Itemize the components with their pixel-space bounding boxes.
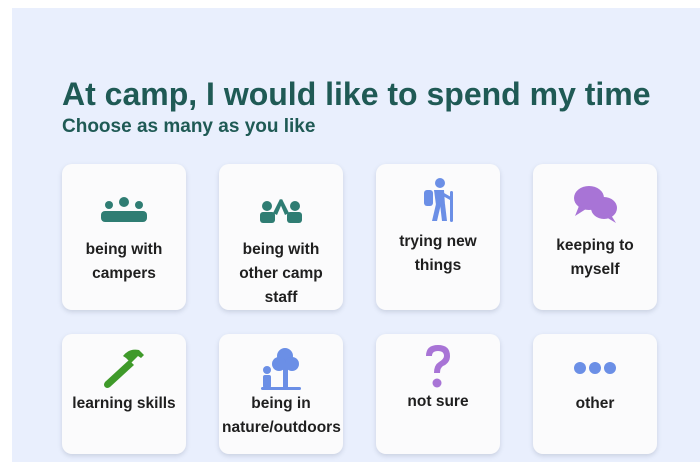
hiker-icon [418,178,458,222]
option-card-not-sure[interactable]: not sure [376,334,500,454]
hammer-icon [101,346,147,390]
group-icon [100,186,148,230]
option-label: being in nature/outdoors [222,395,341,436]
tree-person-icon [259,346,303,390]
question-mark-icon [421,344,455,388]
option-card-camp-staff[interactable]: being with other camp staff [219,164,343,310]
page-panel: At camp, I would like to spend my time C… [12,8,700,462]
option-card-other[interactable]: other [533,334,657,454]
option-card-keeping-to-myself[interactable]: keeping to myself [533,164,657,310]
option-card-new-things[interactable]: trying new things [376,164,500,310]
option-label: trying new things [399,233,477,274]
option-card-nature-outdoors[interactable]: being in nature/outdoors [219,334,343,454]
speech-bubbles-icon [571,182,619,226]
options-grid: being with campers being with other camp… [12,8,700,462]
option-card-campers[interactable]: being with campers [62,164,186,310]
option-card-learning-skills[interactable]: learning skills [62,334,186,454]
option-label: being with other camp staff [239,241,323,306]
option-label: being with campers [85,241,163,282]
option-label: keeping to myself [556,237,634,278]
dots-icon [572,346,618,390]
option-label: not sure [407,393,469,410]
option-label: learning skills [72,395,176,412]
high-five-icon [258,186,304,230]
option-label: other [575,395,615,412]
